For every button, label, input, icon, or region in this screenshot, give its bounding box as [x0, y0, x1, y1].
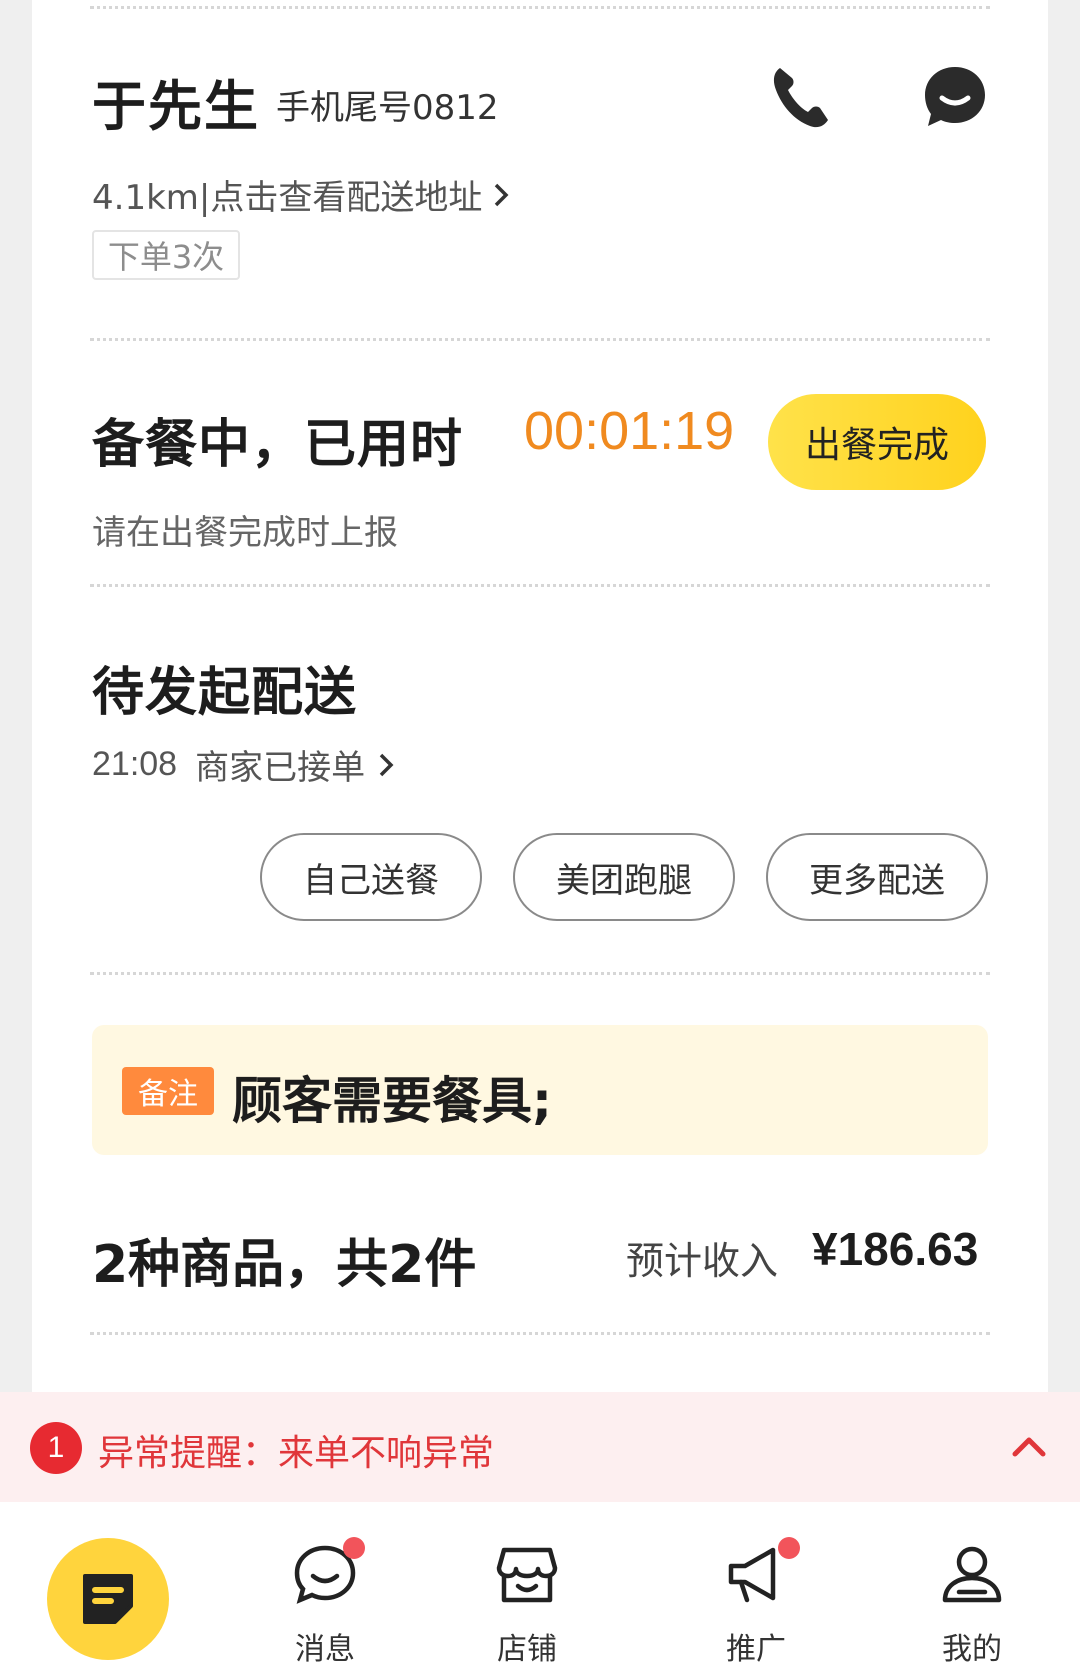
tab-mine[interactable]: 我的: [912, 1542, 1032, 1667]
tab-orders[interactable]: [47, 1538, 169, 1660]
meal-ready-button[interactable]: 出餐完成: [768, 394, 986, 490]
alert-count-badge: 1: [30, 1422, 82, 1474]
chevron-up-icon[interactable]: [1010, 1430, 1048, 1460]
remark-box: 备注 顾客需要餐具;: [92, 1025, 988, 1155]
self-delivery-button[interactable]: 自己送餐: [260, 833, 482, 921]
tab-messages-label: 消息: [295, 1632, 355, 1667]
store-icon: [496, 1547, 558, 1603]
address-link-text: 4.1km|点击查看配送地址: [92, 178, 483, 218]
divider: [90, 6, 990, 9]
unread-dot: [778, 1537, 800, 1559]
status-time: 21:08: [92, 745, 178, 783]
alert-bar[interactable]: 1 异常提醒：来单不响异常: [0, 1392, 1080, 1502]
tab-promote[interactable]: 推广: [696, 1537, 816, 1667]
view-address-link[interactable]: 4.1km|点击查看配送地址: [92, 170, 510, 219]
tab-messages[interactable]: 消息: [265, 1537, 385, 1667]
income-value: ¥186.63: [812, 1223, 979, 1275]
prep-hint: 请在出餐完成时上报: [92, 513, 398, 553]
delivery-status-title: 待发起配送: [92, 663, 358, 723]
tab-promote-label: 推广: [726, 1632, 786, 1667]
chevron-right-icon: [495, 183, 509, 206]
unread-dot: [343, 1537, 365, 1559]
more-delivery-button[interactable]: 更多配送: [766, 833, 988, 921]
customer-name: 于先生: [92, 75, 260, 138]
item-count: 2种商品，共2件: [92, 1235, 477, 1295]
remark-text: 顾客需要餐具;: [232, 1072, 552, 1130]
user-icon: [942, 1546, 1002, 1603]
delivery-status-link[interactable]: 21:08 商家已接单: [92, 740, 395, 789]
remark-tag: 备注: [122, 1067, 214, 1115]
divider: [90, 338, 990, 341]
divider: [90, 972, 990, 975]
income-label: 预计收入: [626, 1239, 779, 1283]
phone-icon[interactable]: [770, 64, 832, 130]
meituan-errand-button[interactable]: 美团跑腿: [513, 833, 735, 921]
customer-phone-tail: 手机尾号0812: [276, 88, 499, 128]
prep-status-title: 备餐中，已用时: [92, 415, 464, 475]
order-count-badge: 下单3次: [92, 230, 240, 280]
chevron-right-icon: [379, 753, 394, 776]
chat-icon[interactable]: [922, 64, 988, 130]
tab-store-label: 店铺: [497, 1632, 557, 1667]
status-text: 商家已接单: [195, 748, 366, 788]
prep-timer: 00:01:19: [524, 401, 735, 461]
divider: [90, 584, 990, 587]
order-note-icon: [83, 1574, 133, 1624]
alert-text: 异常提醒：来单不响异常: [98, 1433, 495, 1474]
tab-store[interactable]: 店铺: [467, 1542, 587, 1667]
bottom-tab-bar: 消息 店铺 推广 我的: [0, 1502, 1080, 1674]
tab-mine-label: 我的: [942, 1632, 1002, 1667]
divider: [90, 1332, 990, 1335]
